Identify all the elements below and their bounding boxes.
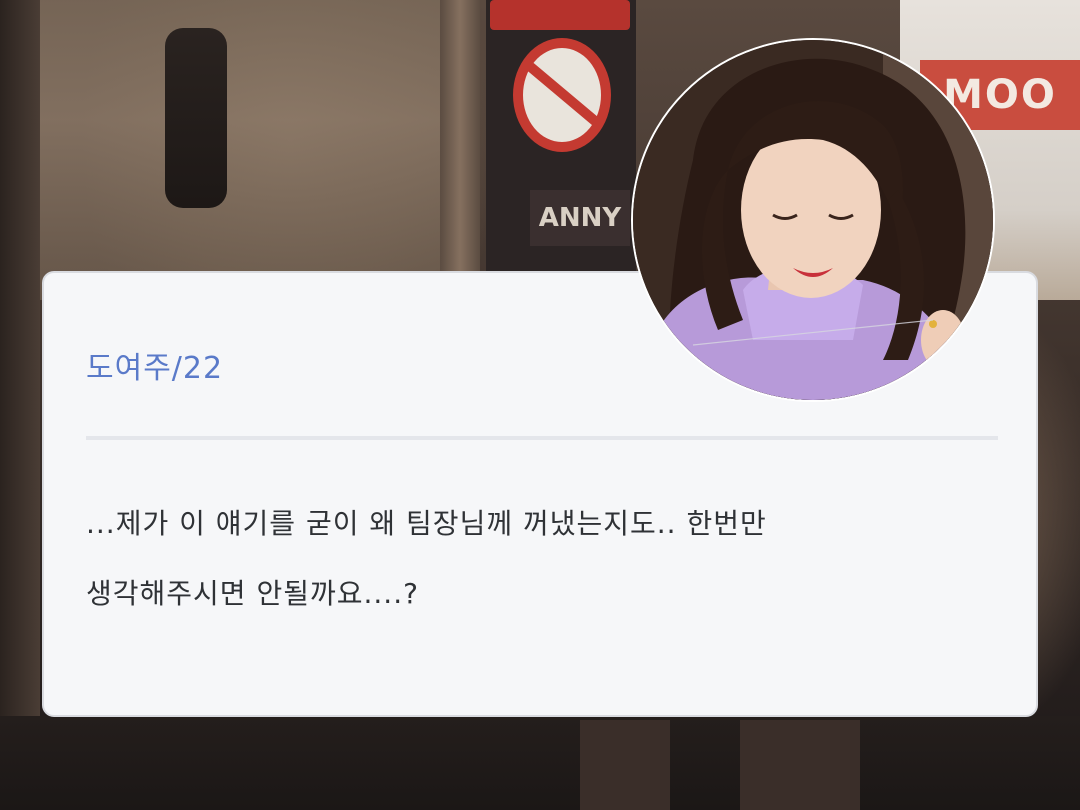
profile-photo-icon [633,40,993,400]
background-floor-block [580,720,670,810]
background-lamp [165,28,227,208]
background-wall-left [0,0,40,810]
divider [86,436,998,440]
background-sign-top [490,0,630,30]
message-text: ...제가 이 얘기를 굳이 왜 팀장님께 꺼냈는지도.. 한번만 생각해주시면… [86,489,986,629]
scene: ANNY MOO 도여주/22 ...제가 이 얘기를 굳이 왜 팀장님께 꺼냈… [0,0,1080,810]
background-pillar [440,0,480,300]
background-wall-panel [40,0,460,300]
message-line: 생각해주시면 안될까요....? [86,577,419,610]
background-sign-text: ANNY [530,190,630,246]
character-name: 도여주/22 [86,351,224,386]
message-line: ...제가 이 얘기를 굳이 왜 팀장님께 꺼냈는지도.. 한번만 [86,507,767,540]
profile-avatar [631,38,995,402]
background-floor [0,716,1080,810]
background-floor-block [740,720,860,810]
